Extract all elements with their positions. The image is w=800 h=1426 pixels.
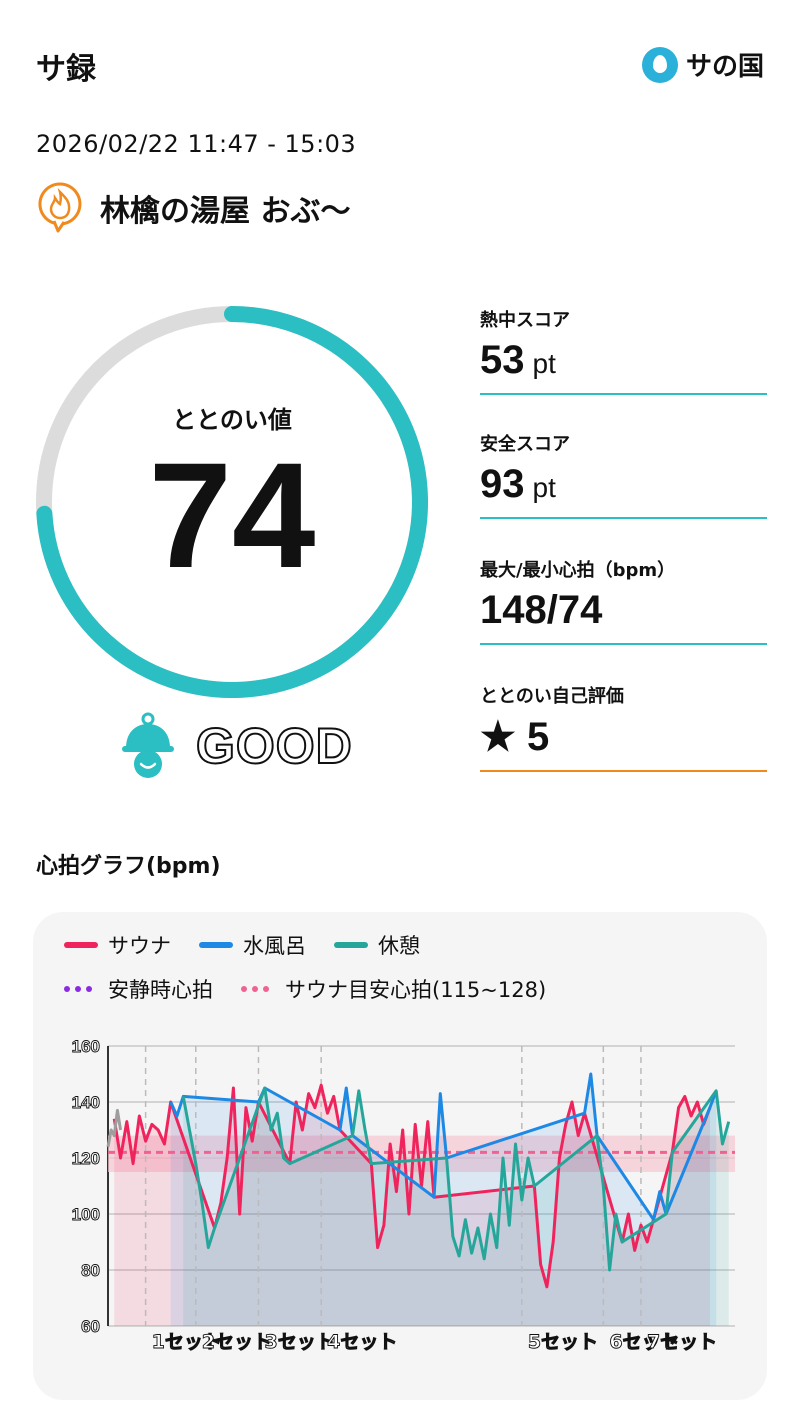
legend-sauna-target: サウナ目安心拍(115~128) [241, 974, 546, 1004]
y-tick-label: 160 [72, 1037, 100, 1056]
divider [480, 643, 767, 645]
set-label: 4セット [327, 1331, 397, 1353]
legend-swatch [64, 942, 98, 948]
legend-swatch [241, 986, 269, 992]
y-tick-label: 120 [72, 1149, 100, 1168]
brand-name: サの国 [685, 52, 764, 82]
divider [480, 393, 767, 395]
graph-title: 心拍グラフ(bpm) [36, 854, 221, 879]
metric-value: 53 [480, 338, 525, 382]
divider [480, 517, 767, 519]
legend-swatch [64, 986, 92, 992]
metric-heart-rate: 最大/最小心拍（bpm） 148/74 [480, 556, 767, 645]
metric-label: 最大/最小心拍（bpm） [480, 560, 676, 581]
water-drop-icon [641, 46, 678, 83]
rating-value: ★ 5 [480, 715, 550, 759]
metric-label: 熱中スコア [480, 310, 570, 331]
legend-label: 安静時心拍 [108, 978, 213, 1002]
fire-pin-icon [38, 182, 82, 233]
session-datetime: 2026/02/22 11:47 - 15:03 [36, 130, 357, 158]
legend-resting-hr: 安静時心拍 [64, 974, 213, 1004]
legend-label: 水風呂 [243, 934, 306, 958]
divider [480, 770, 767, 772]
set-label: 7セット [647, 1331, 717, 1353]
metric-unit: pt [532, 472, 556, 503]
facility-name: 林檎の湯屋 おぶ〜 [100, 194, 351, 229]
legend-sauna: サウナ [64, 930, 171, 960]
metric-unit: pt [532, 348, 556, 379]
legend-rest: 休憩 [334, 930, 420, 960]
legend-swatch [199, 942, 233, 948]
metric-label: 安全スコア [480, 434, 570, 455]
legend-row-2: 安静時心拍 サウナ目安心拍(115~128) [64, 974, 546, 1004]
set-label: 3セット [264, 1331, 334, 1353]
metric-value: 148/74 [480, 588, 603, 632]
metric-self-rating[interactable]: ととのい自己評価 ★ 5 [480, 682, 767, 772]
y-tick-label: 80 [81, 1261, 100, 1280]
metric-heat-score: 熱中スコア 53 pt [480, 306, 767, 395]
metric-value: 93 [480, 462, 525, 506]
set-label: 5セット [528, 1331, 598, 1353]
smiling-hat-face-icon [122, 712, 174, 778]
legend-row-1: サウナ 水風呂 休憩 [64, 930, 420, 960]
legend-swatch [334, 942, 368, 948]
y-tick-label: 100 [72, 1205, 100, 1224]
heart-rate-chart: 60801001201401601セット2セット3セット4セット 5セット 6セット… [71, 1037, 735, 1353]
set-label: 2セット [202, 1331, 272, 1353]
gauge-value: 74 [148, 431, 316, 599]
mood-indicator: GOOD [120, 712, 353, 780]
facility-row[interactable]: 林檎の湯屋 おぶ〜 [36, 180, 350, 236]
metric-label: ととのい自己評価 [480, 686, 624, 707]
metric-safety-score: 安全スコア 93 pt [480, 430, 767, 519]
gauge-label: ととのい値 [172, 406, 292, 434]
legend-label: 休憩 [378, 934, 420, 958]
y-tick-label: 60 [81, 1317, 100, 1336]
app-title: サ録 [36, 52, 96, 87]
legend-label: サウナ目安心拍(115~128) [285, 978, 547, 1002]
brand-logo[interactable]: サの国 [641, 46, 764, 83]
legend-label: サウナ [108, 934, 171, 958]
mood-label: GOOD [195, 717, 353, 775]
legend-cold-bath: 水風呂 [199, 930, 306, 960]
y-tick-label: 140 [72, 1093, 100, 1112]
